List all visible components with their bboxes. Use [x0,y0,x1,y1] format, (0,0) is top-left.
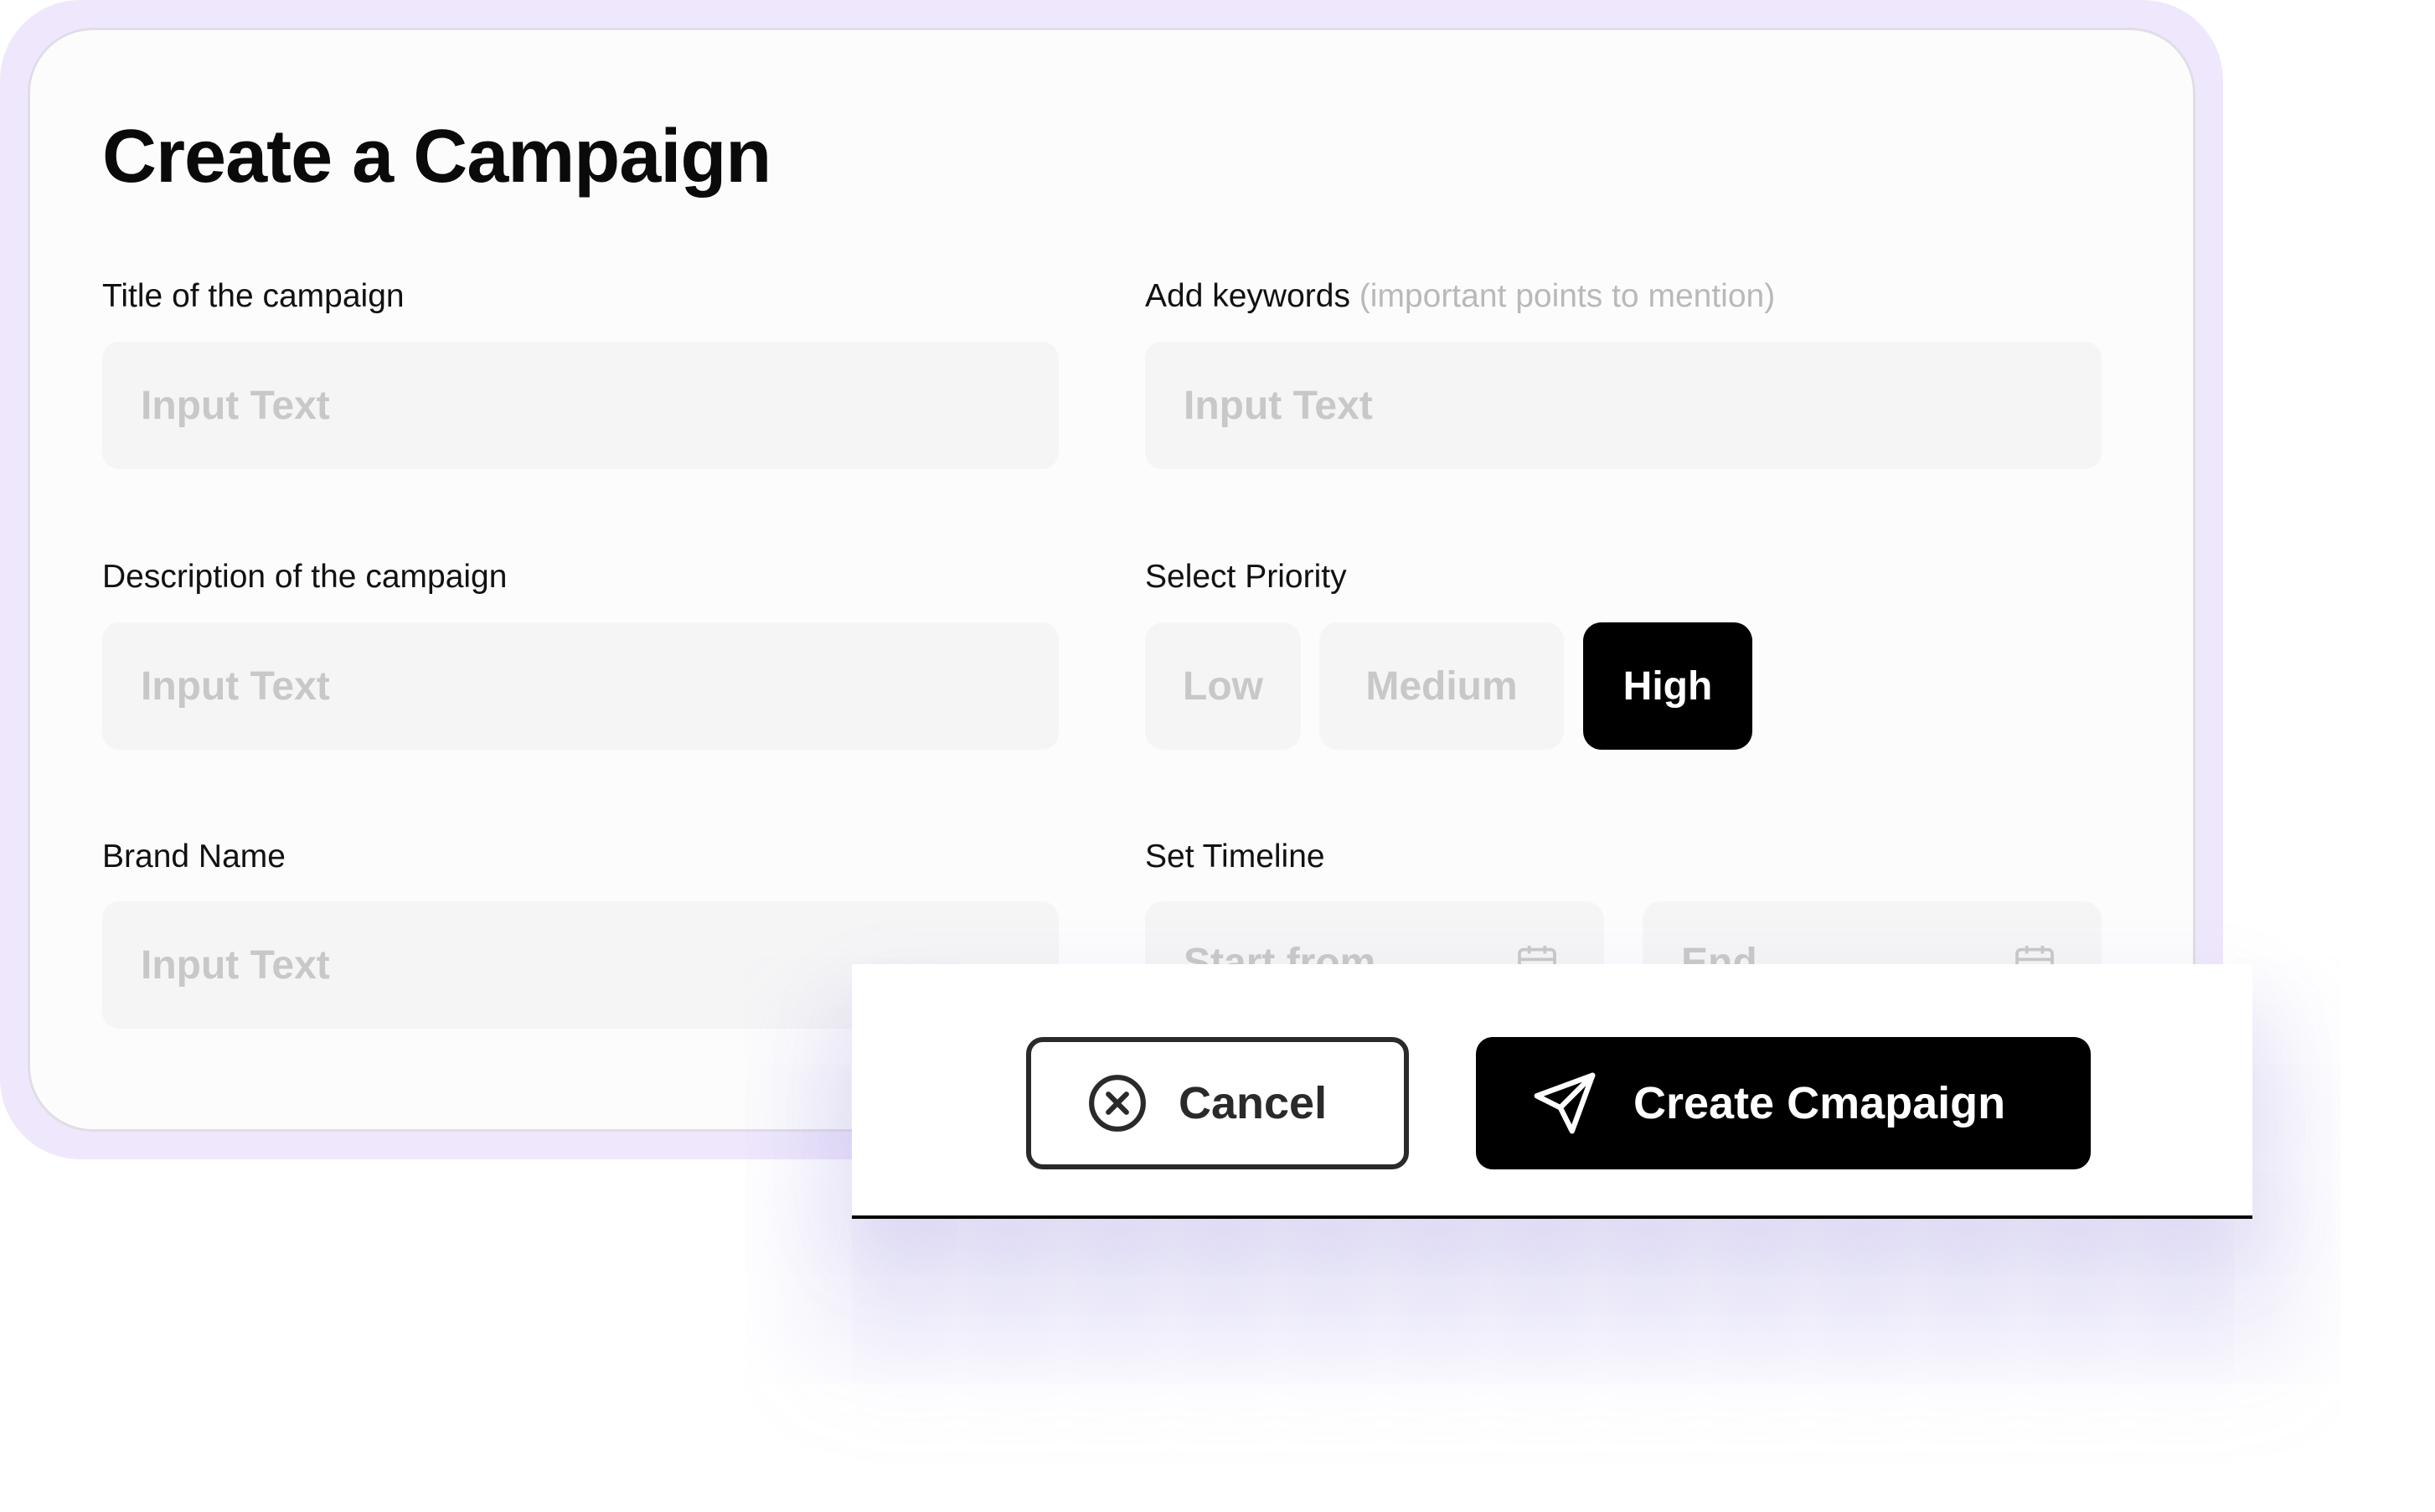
create-campaign-button-label: Create Cmapaign [1633,1078,2006,1128]
create-campaign-button[interactable]: Create Cmapaign [1476,1037,2091,1169]
page-title: Create a Campaign [102,115,771,199]
priority-label: Select Priority [1145,559,1347,595]
keywords-input[interactable] [1145,342,2102,469]
keywords-label-text: Add keywords [1145,278,1350,314]
priority-high-button[interactable]: High [1583,622,1752,750]
priority-low-button[interactable]: Low [1145,622,1301,750]
campaign-title-input[interactable] [102,342,1059,469]
send-icon [1534,1072,1596,1134]
description-input[interactable] [102,622,1059,750]
brand-name-label: Brand Name [102,839,286,875]
close-circle-icon [1089,1075,1146,1132]
keywords-hint: (important points to mention) [1359,278,1776,314]
campaign-title-label: Title of the campaign [102,278,405,314]
keywords-label: Add keywords (important points to mentio… [1145,278,1775,315]
priority-medium-button[interactable]: Medium [1319,622,1564,750]
cancel-button-label: Cancel [1179,1078,1328,1128]
cancel-button[interactable]: Cancel [1026,1037,1409,1169]
timeline-label: Set Timeline [1145,839,1325,875]
description-label: Description of the campaign [102,559,508,595]
